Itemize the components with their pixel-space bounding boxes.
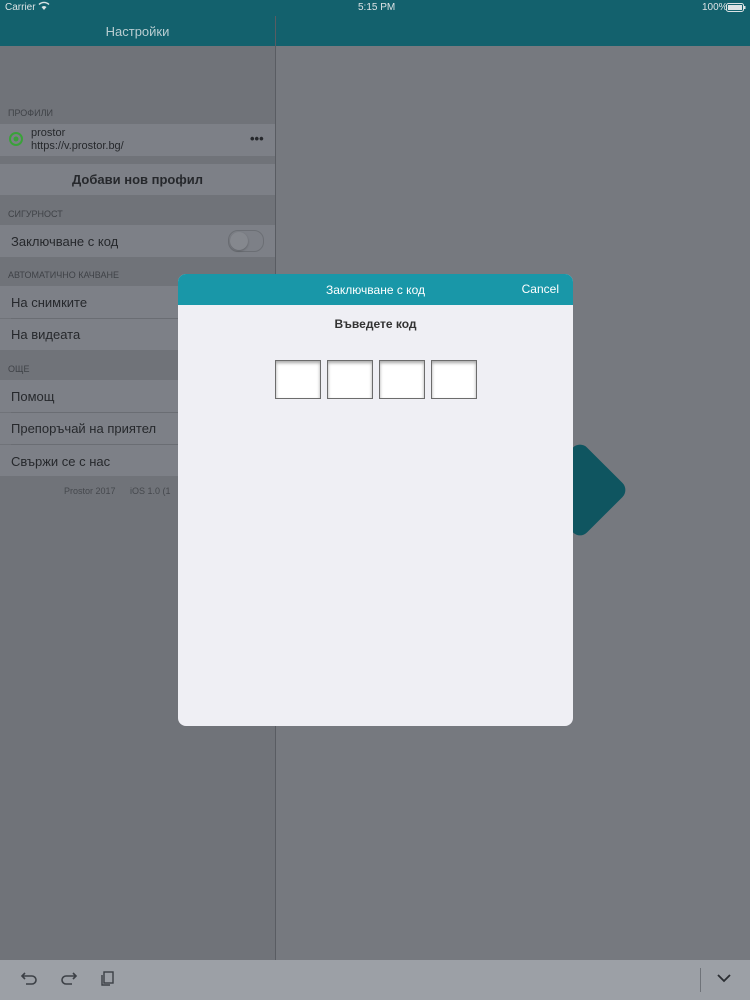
battery-label: 100% <box>702 2 728 13</box>
clipboard-icon[interactable] <box>100 970 116 991</box>
redo-icon[interactable] <box>60 970 78 991</box>
footer-version: iOS 1.0 (1 <box>130 486 171 496</box>
settings-nav-bar: Настройки <box>0 16 275 46</box>
time-label: 5:15 PM <box>358 2 396 13</box>
modal-title: Заключване с код <box>326 283 425 297</box>
code-digit-box-4[interactable] <box>431 360 477 399</box>
chevron-down-icon[interactable] <box>716 970 732 991</box>
modal-header: Заключване с код Cancel <box>178 274 573 305</box>
footer-copyright: Prostor 2017 <box>64 486 116 496</box>
toggle-knob <box>230 232 248 250</box>
passcode-prompt: Въведете код <box>334 317 417 331</box>
passcode-label: Заключване с код <box>11 234 119 249</box>
recommend-label: Препоръчай на приятел <box>11 421 157 436</box>
videos-label: На видеата <box>11 327 81 342</box>
toolbar-divider <box>700 968 701 992</box>
code-digit-box-1[interactable] <box>275 360 321 399</box>
more-header: ОЩЕ <box>8 364 30 374</box>
code-digit-box-2[interactable] <box>327 360 373 399</box>
battery-icon <box>726 3 746 15</box>
shortcut-toolbar <box>0 960 750 1000</box>
cancel-button[interactable]: Cancel <box>522 282 559 296</box>
photos-label: На снимките <box>11 295 88 310</box>
undo-icon[interactable] <box>20 970 38 991</box>
profile-menu-icon[interactable]: ••• <box>250 131 264 146</box>
profile-name: prostor <box>31 127 66 139</box>
passcode-toggle[interactable] <box>228 230 264 252</box>
wifi-icon <box>38 1 50 14</box>
passcode-row: Заключване с код <box>0 225 275 257</box>
profile-row[interactable]: prostor https://v.prostor.bg/ ••• <box>0 124 275 156</box>
status-bar: Carrier 5:15 PM 100% <box>0 0 750 16</box>
profile-status-icon <box>9 132 23 149</box>
contact-label: Свържи се с нас <box>11 454 111 469</box>
profile-url: https://v.prostor.bg/ <box>31 140 124 152</box>
add-profile-label: Добави нов профил <box>72 172 203 187</box>
profiles-header: ПРОФИЛИ <box>8 108 53 118</box>
add-profile-button[interactable]: Добави нов профил <box>0 164 275 195</box>
passcode-modal: Заключване с код Cancel Въведете код <box>178 274 573 726</box>
help-label: Помощ <box>11 389 55 404</box>
nav-title: Настройки <box>105 24 170 39</box>
code-digit-box-3[interactable] <box>379 360 425 399</box>
security-header: СИГУРНОСТ <box>8 209 63 219</box>
auto-upload-header: АВТОМАТИЧНО КАЧВАНЕ <box>8 270 120 280</box>
detail-nav-bar <box>276 16 750 46</box>
carrier-label: Carrier <box>5 2 36 13</box>
